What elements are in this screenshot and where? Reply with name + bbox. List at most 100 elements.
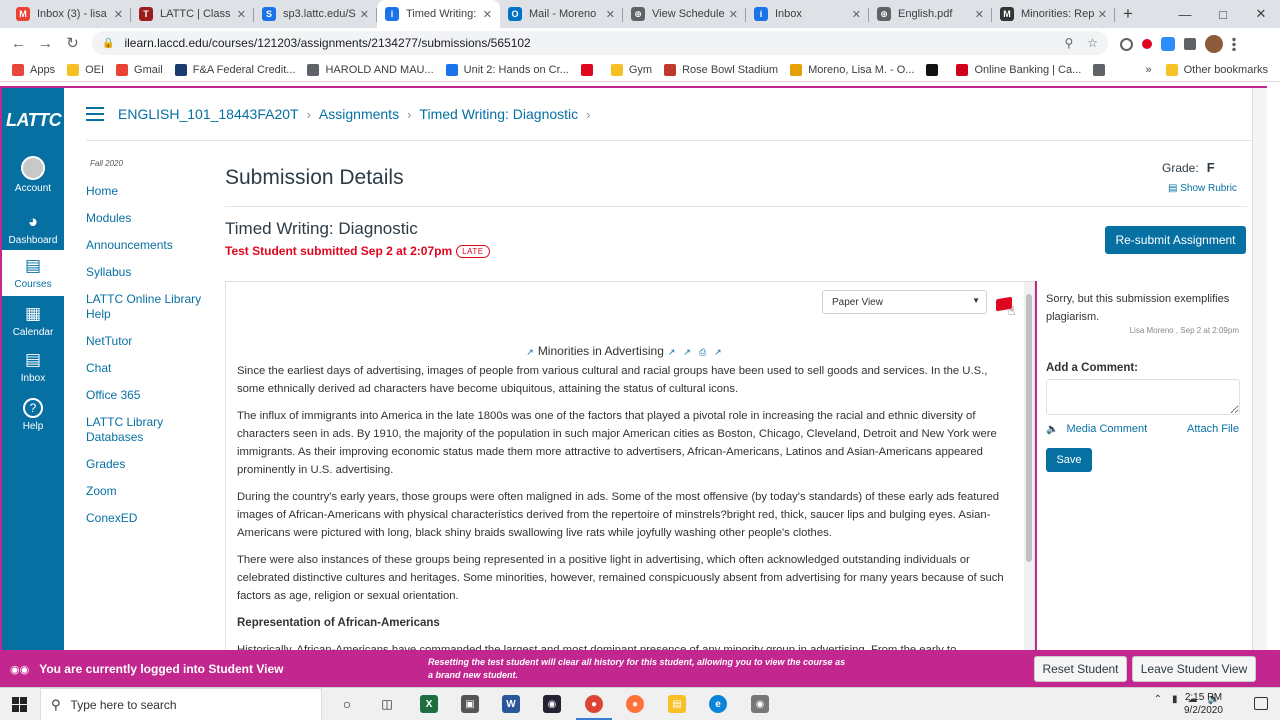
other-bookmarks[interactable]: Other bookmarks bbox=[1165, 64, 1268, 76]
profile-avatar[interactable] bbox=[1205, 35, 1223, 53]
course-nav-home[interactable]: Home bbox=[86, 184, 206, 199]
course-nav-syllabus[interactable]: Syllabus bbox=[86, 265, 206, 280]
global-nav-courses[interactable]: ▤ Courses bbox=[2, 250, 64, 296]
browser-tab[interactable]: T LATTC | Class S ✕ bbox=[131, 0, 254, 28]
institution-logo[interactable]: LATTC bbox=[6, 110, 62, 131]
excel-icon[interactable]: X bbox=[420, 695, 438, 713]
course-nav-nettutor[interactable]: NetTutor bbox=[86, 334, 206, 349]
view-mode-select[interactable]: Paper View ▼ bbox=[822, 290, 987, 314]
course-nav-library-help[interactable]: LATTC Online Library Help bbox=[86, 292, 206, 322]
course-nav-chat[interactable]: Chat bbox=[86, 361, 206, 376]
browser-tab[interactable]: O Mail - Moreno ✕ bbox=[500, 0, 623, 28]
close-tab-icon[interactable]: ✕ bbox=[237, 8, 246, 21]
document-scrollbar[interactable] bbox=[1024, 282, 1034, 652]
bookmark-item[interactable]: Gmail bbox=[116, 63, 163, 76]
resubmit-assignment-button[interactable]: Re-submit Assignment bbox=[1105, 226, 1246, 254]
breadcrumb-assignments[interactable]: Assignments bbox=[319, 106, 399, 122]
page-scrollbar[interactable] bbox=[1252, 88, 1267, 652]
forward-icon[interactable]: → bbox=[32, 35, 59, 52]
global-nav-account[interactable]: Account bbox=[2, 156, 64, 194]
chrome-icon[interactable]: ● bbox=[585, 695, 603, 713]
extension-icon[interactable] bbox=[1161, 37, 1175, 51]
extension-icon[interactable] bbox=[1120, 37, 1133, 51]
extension-icon[interactable] bbox=[1142, 39, 1152, 49]
taskbar-search-input[interactable]: ⚲ Type here to search bbox=[40, 688, 322, 720]
global-nav-inbox[interactable]: ▤ Inbox bbox=[2, 350, 64, 384]
global-nav-dashboard[interactable]: ◕ Dashboard bbox=[2, 212, 64, 246]
bookmark-item[interactable]: Moreno, Lisa M. - O... bbox=[790, 63, 914, 76]
task-view-icon[interactable]: ◫ bbox=[378, 695, 396, 713]
cortana-icon[interactable]: ○ bbox=[338, 695, 356, 713]
back-icon[interactable]: ← bbox=[5, 35, 32, 52]
browser-tab[interactable]: ⊕ English.pdf ✕ bbox=[869, 0, 992, 28]
course-nav-library-databases[interactable]: LATTC Library Databases bbox=[86, 415, 206, 445]
zoom-icon[interactable]: ⚲ bbox=[1064, 36, 1073, 50]
global-nav-help[interactable]: ? Help bbox=[2, 398, 64, 432]
bookmark-item[interactable]: F&A Federal Credit... bbox=[174, 63, 295, 76]
bookmark-item[interactable]: Online Banking | Ca... bbox=[956, 63, 1081, 76]
chevron-up-icon[interactable]: ⌃ bbox=[1154, 694, 1162, 705]
browser-tab[interactable]: i Inbox ✕ bbox=[746, 0, 869, 28]
word-icon[interactable]: W bbox=[502, 695, 520, 713]
windows-start-icon[interactable] bbox=[12, 697, 27, 712]
url-input[interactable]: 🔒 ilearn.laccd.edu/courses/121203/assign… bbox=[92, 31, 1108, 55]
bookmark-item[interactable]: Apps bbox=[12, 63, 55, 76]
close-tab-icon[interactable]: ✕ bbox=[483, 8, 492, 21]
bookmark-item[interactable] bbox=[1093, 63, 1111, 76]
reload-icon[interactable]: ↻ bbox=[59, 34, 86, 52]
firefox-icon[interactable]: ● bbox=[626, 695, 644, 713]
course-nav-modules[interactable]: Modules bbox=[86, 211, 206, 226]
show-rubric-link[interactable]: ▤ Show Rubric bbox=[1168, 183, 1237, 194]
battery-icon[interactable]: ▮ bbox=[1172, 694, 1178, 705]
bookmark-item[interactable]: Unit 2: Hands on Cr... bbox=[445, 63, 569, 76]
course-nav-zoom[interactable]: Zoom bbox=[86, 484, 206, 499]
bookmark-item[interactable]: OEI bbox=[67, 63, 104, 76]
course-nav-announcements[interactable]: Announcements bbox=[86, 238, 206, 253]
system-clock[interactable]: 2:15 PM 9/2/2020 bbox=[1184, 691, 1223, 717]
bookmark-star-icon[interactable]: ☆ bbox=[1087, 36, 1098, 50]
reset-student-button[interactable]: Reset Student bbox=[1034, 656, 1127, 682]
maximize-icon[interactable]: □ bbox=[1204, 0, 1242, 28]
zoom-app-icon[interactable]: ◉ bbox=[543, 695, 561, 713]
camera-icon[interactable]: ◉ bbox=[751, 695, 769, 713]
close-tab-icon[interactable]: ✕ bbox=[360, 8, 369, 21]
media-comment-link[interactable]: 🔈 Media Comment bbox=[1046, 423, 1147, 435]
bookmark-item[interactable] bbox=[926, 63, 944, 76]
external-link-icon[interactable]: ↗ bbox=[683, 347, 691, 357]
browser-tab[interactable]: Ssp3.lattc.edu/S ✕ bbox=[254, 0, 377, 28]
bookmark-item[interactable] bbox=[580, 63, 599, 76]
course-nav-grades[interactable]: Grades bbox=[86, 457, 206, 472]
global-nav-calendar[interactable]: ▦ Calendar bbox=[2, 304, 64, 338]
browser-tab[interactable]: M Minorities: Rep ✕ bbox=[992, 0, 1115, 28]
breadcrumb-course[interactable]: ENGLISH_101_18443FA20T bbox=[118, 106, 299, 122]
course-nav-office365[interactable]: Office 365 bbox=[86, 388, 206, 403]
bookmark-item[interactable]: HAROLD AND MAU... bbox=[307, 63, 434, 76]
new-tab-button[interactable]: + bbox=[1115, 0, 1141, 28]
scrollbar-thumb[interactable] bbox=[1026, 294, 1032, 562]
menu-dots-icon[interactable] bbox=[1232, 37, 1236, 51]
browser-tab[interactable]: M Inbox (3) - lisa ✕ bbox=[8, 0, 131, 28]
file-explorer-icon[interactable]: ▤ bbox=[668, 695, 686, 713]
close-window-icon[interactable]: ✕ bbox=[1242, 0, 1280, 28]
close-tab-icon[interactable]: ✕ bbox=[729, 8, 738, 21]
external-link-icon[interactable]: ↗ bbox=[668, 347, 676, 357]
edge-icon[interactable]: e bbox=[709, 695, 727, 713]
browser-tab[interactable]: i Timed Writing: ✕ bbox=[377, 0, 500, 28]
external-link-icon[interactable]: ↗ bbox=[526, 347, 534, 357]
close-tab-icon[interactable]: ✕ bbox=[606, 8, 615, 21]
bookmark-item[interactable]: Rose Bowl Stadium bbox=[664, 63, 778, 76]
store-icon[interactable]: ▣ bbox=[461, 695, 479, 713]
browser-tab[interactable]: ⊕ View Schedule ✕ bbox=[623, 0, 746, 28]
minimize-icon[interactable]: — bbox=[1166, 0, 1204, 28]
close-tab-icon[interactable]: ✕ bbox=[1098, 8, 1107, 21]
close-tab-icon[interactable]: ✕ bbox=[975, 8, 984, 21]
notification-icon[interactable] bbox=[1254, 697, 1268, 710]
hamburger-menu-icon[interactable] bbox=[86, 107, 104, 121]
puzzle-icon[interactable] bbox=[1184, 38, 1196, 50]
more-bookmarks-icon[interactable]: » bbox=[1146, 64, 1152, 76]
comment-input[interactable] bbox=[1046, 379, 1240, 415]
leave-student-view-button[interactable]: Leave Student View bbox=[1132, 656, 1256, 682]
close-tab-icon[interactable]: ✕ bbox=[114, 8, 123, 21]
close-tab-icon[interactable]: ✕ bbox=[852, 8, 861, 21]
external-link-icon[interactable]: ↗ bbox=[714, 347, 722, 357]
